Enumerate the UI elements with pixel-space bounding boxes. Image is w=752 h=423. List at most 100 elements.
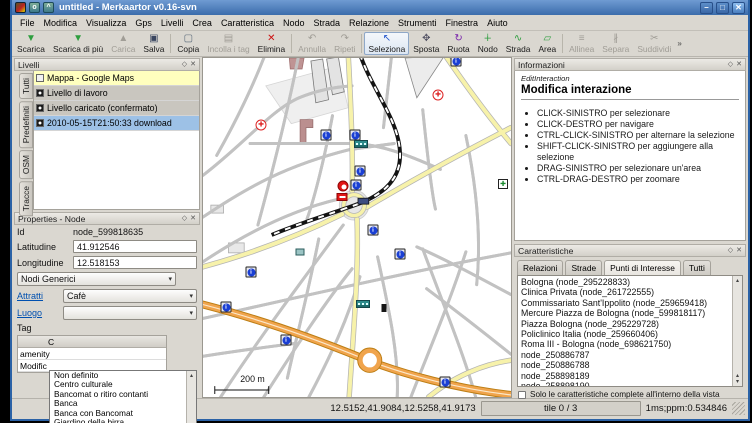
resize-grip-icon[interactable] [732,402,745,415]
latitude-field[interactable]: 41.912546 [73,240,197,253]
feature-item[interactable]: Roma III - Bologna (node_698621750) [521,339,730,349]
layer-visibility-icon[interactable] [36,119,44,127]
feature-item[interactable]: node_250886788 [521,360,730,370]
features-tab[interactable]: Punti di Interesse [604,260,681,275]
float-panel-icon[interactable]: ◇ [728,61,733,68]
toolbar-button[interactable]: ▼ Scarica [13,32,49,55]
toolbar-button[interactable]: ▢ Copia [173,32,203,55]
close-panel-icon[interactable]: ✕ [190,61,196,68]
toolbar-button[interactable]: ▱ Area [534,32,560,55]
map-poi[interactable] [382,304,387,312]
toolbar-button[interactable] [170,34,171,53]
features-scrollbar[interactable]: ▴ ▴▾ [732,276,742,386]
feature-item[interactable]: Policlinico Italia (node_259660406) [521,329,730,339]
map-poi[interactable] [351,180,362,191]
toolbar-button[interactable]: ↷ Ripeti [330,32,359,55]
map-poi[interactable] [337,193,348,201]
float-panel-icon[interactable]: ◇ [182,215,187,222]
layer-row[interactable]: Livello di lavoro [34,86,199,101]
toolbar-button[interactable]: ∿ Strada [502,32,535,55]
toolbar-button[interactable]: ▲ Carica [107,32,139,55]
scroll-up-icon[interactable]: ▴ [190,372,193,379]
close-panel-icon[interactable]: ✕ [190,215,196,222]
layer-row[interactable]: 2010-05-15T21:50:33 download [34,116,199,131]
map-poi[interactable] [395,249,406,260]
menu-item[interactable]: Relazione [345,17,393,29]
scroll-up-icon[interactable]: ▴ [736,276,739,286]
map-poi[interactable] [368,225,379,236]
minimize-button[interactable]: – [700,2,713,14]
window-rollup-button[interactable]: ^ [43,2,54,13]
toolbar-button[interactable]: ▤ Incolla i tag [203,32,253,55]
features-list[interactable]: Bologna (node_295228833)Clinica Privata … [517,275,743,387]
place-select[interactable]: ▾ [63,306,197,320]
toolbar-button[interactable]: ↶ Annulla [294,32,330,55]
toolbar-button[interactable]: ∔ Nodo [474,32,502,55]
map-poi[interactable] [355,166,366,177]
float-panel-icon[interactable]: ◇ [728,247,733,254]
layer-visibility-icon[interactable] [36,104,44,112]
dropdown-scrollbar[interactable]: ▴ ▴▾ [186,371,196,423]
feature-item[interactable]: Bologna (node_295228833) [521,277,730,287]
toolbar-button[interactable] [562,34,563,53]
feature-item[interactable]: Commissariato Sant'Ippolito (node_259659… [521,298,730,308]
menu-item[interactable]: Livelli [157,17,188,29]
toolbar-button[interactable]: ✥ Sposta [409,32,443,55]
menu-item[interactable]: Nodo [279,17,309,29]
layer-visibility-icon[interactable] [36,74,44,82]
feature-item[interactable]: Clinica Privata (node_261722555) [521,287,730,297]
float-panel-icon[interactable]: ◇ [182,61,187,68]
map-poi[interactable] [256,120,267,131]
menu-item[interactable]: Crea [188,17,216,29]
feature-item[interactable]: Piazza Bologna (node_295229728) [521,319,730,329]
longitude-field[interactable]: 12.518153 [73,256,197,269]
close-panel-icon[interactable]: ✕ [736,61,742,68]
map-poi[interactable] [221,302,232,313]
window-shade-button[interactable]: o [29,2,40,13]
menu-item[interactable]: Strada [309,17,344,29]
map-poi[interactable] [354,140,368,148]
map-canvas[interactable]: 200 m [202,57,512,398]
menu-item[interactable]: Strumenti [394,17,441,29]
close-panel-icon[interactable]: ✕ [736,247,742,254]
amenity-select[interactable]: Cafè ▾ [63,289,197,303]
scroll-down-icon[interactable]: ▾ [736,379,739,385]
feature-item[interactable]: Mercure Piazza de Bologna (node_59981811… [521,308,730,318]
map-poi[interactable] [451,57,462,67]
menu-item[interactable]: Modifica [40,17,82,29]
side-tab[interactable]: Tutti [19,73,33,99]
features-tab[interactable]: Strade [565,260,602,275]
feature-item[interactable]: node_250886787 [521,350,730,360]
menu-item[interactable]: Visualizza [82,17,130,29]
map-poi[interactable] [321,130,332,141]
checkbox-icon[interactable] [518,391,526,399]
feature-item[interactable]: node_258898189 [521,371,730,381]
map-poi[interactable] [356,300,370,308]
layer-row[interactable]: Livello caricato (confermato) [34,101,199,116]
menu-item[interactable]: Aiuto [483,17,512,29]
side-tab[interactable]: Tracce [19,181,33,216]
menu-item[interactable]: Gps [131,17,156,29]
menu-item[interactable]: Finestra [442,17,483,29]
map-poi[interactable] [440,377,451,388]
amenity-link[interactable]: Attratti [17,291,59,301]
map-poi[interactable] [350,130,361,141]
toolbar-button[interactable] [361,34,362,53]
side-tab[interactable]: OSM [19,150,33,179]
map-poi[interactable] [498,179,508,189]
complete-features-option[interactable]: Solo le caratteristiche complete all'int… [514,387,746,399]
map-poi[interactable] [296,249,305,256]
features-tab[interactable]: Relazioni [517,260,563,275]
toolbar-button[interactable] [291,34,292,53]
side-tab[interactable]: Predefiniti [19,101,33,148]
toolbar-button[interactable]: ▼ Scarica di più [49,32,107,55]
dropdown-option[interactable]: Giardino della birra [50,418,196,423]
toolbar-button[interactable]: ✂ Suddividi [633,32,675,55]
toolbar-button[interactable]: ≡ Allinea [565,32,598,55]
map-poi[interactable] [281,335,292,346]
layer-row[interactable]: Mappa - Google Maps [34,71,199,86]
map-poi[interactable] [338,181,349,192]
toolbar-overflow-icon[interactable]: » [675,39,683,48]
feature-item[interactable]: node_258898190 [521,381,730,387]
toolbar-button[interactable]: ✕ Elimina [254,32,289,55]
